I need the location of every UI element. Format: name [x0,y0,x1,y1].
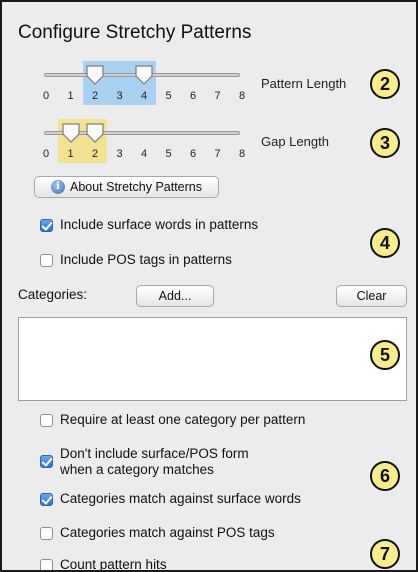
tick-label: 2 [91,90,99,102]
include-pos-tags-checkbox[interactable] [40,254,53,267]
tick-label: 6 [189,148,197,160]
match-pos-checkbox[interactable] [40,527,53,540]
categories-label: Categories: [18,287,88,302]
configure-panel: Configure Stretchy Patterns 0 1 2 3 4 5 6 7 8 Pa… [0,0,418,572]
include-pos-tags-label: Include POS tags in patterns [60,252,232,267]
dont-include-form-label-line1: Don't include surface/POS form [60,446,249,461]
categories-list[interactable] [18,317,407,401]
count-hits-checkbox[interactable] [40,559,53,570]
callout-6: 6 [370,461,400,491]
match-pos-label: Categories match against POS tags [60,525,275,540]
match-surface-option[interactable]: Categories match against surface words [40,491,301,507]
add-category-button[interactable]: Add... [136,285,214,307]
dont-include-form-label: Don't include surface/POS form when a ca… [60,446,249,478]
require-category-checkbox[interactable] [40,414,53,427]
match-surface-checkbox[interactable] [40,493,53,506]
tick-label: 5 [165,148,172,160]
pattern-length-max-thumb[interactable] [134,64,154,86]
include-surface-words-label: Include surface words in patterns [60,217,259,232]
pattern-length-min-thumb[interactable] [85,64,105,86]
require-category-option[interactable]: Require at least one category per patter… [40,412,305,428]
callout-7: 7 [370,539,400,569]
tick-label: 3 [116,90,123,102]
include-surface-words-option[interactable]: Include surface words in patterns [40,217,258,233]
gap-length-max-thumb[interactable] [85,122,105,144]
require-category-label: Require at least one category per patter… [60,412,306,427]
gap-length-slider[interactable]: 0 1 2 3 4 5 6 7 8 [34,119,248,163]
tick-label: 2 [91,148,99,160]
tick-label: 6 [189,90,197,102]
tick-label: 3 [116,148,123,160]
tick-label: 7 [214,148,221,160]
include-pos-tags-option[interactable]: Include POS tags in patterns [40,252,232,268]
callout-5: 5 [370,340,400,370]
tick-label: 8 [238,90,246,102]
gap-length-ticks: 0 1 2 3 4 5 6 7 8 [34,148,248,162]
tick-label: 8 [238,148,246,160]
gap-length-label: Gap Length [261,134,329,149]
tick-label: 4 [140,90,148,102]
callout-2: 2 [370,69,400,99]
info-icon: i [50,180,65,194]
panel-title: Configure Stretchy Patterns [18,22,252,43]
tick-label: 0 [42,90,50,102]
pattern-length-ticks: 0 1 2 3 4 5 6 7 8 [34,90,248,104]
tick-label: 0 [42,148,50,160]
match-pos-option[interactable]: Categories match against POS tags [40,525,275,541]
dont-include-form-checkbox[interactable] [40,455,53,468]
pattern-length-label: Pattern Length [261,76,347,91]
match-surface-label: Categories match against surface words [60,491,301,506]
dont-include-form-label-line2: when a category matches [60,462,214,477]
pattern-length-slider[interactable]: 0 1 2 3 4 5 6 7 8 [34,61,248,105]
add-button-label: Add... [158,289,192,303]
count-hits-label: Count pattern hits [60,557,167,572]
callout-3: 3 [370,128,400,158]
count-hits-option[interactable]: Count pattern hits [40,557,167,572]
tick-label: 1 [67,148,74,160]
about-button-label: About Stretchy Patterns [69,180,202,194]
tick-label: 5 [165,90,172,102]
tick-label: 4 [140,148,148,160]
include-surface-words-checkbox[interactable] [40,219,53,232]
dont-include-form-option[interactable]: Don't include surface/POS form when a ca… [40,446,249,478]
about-stretchy-patterns-button[interactable]: i About Stretchy Patterns [34,176,219,198]
tick-label: 1 [67,90,74,102]
tick-label: 7 [214,90,221,102]
clear-button-label: Clear [356,289,387,303]
callout-4: 4 [370,228,400,258]
clear-categories-button[interactable]: Clear [336,285,407,307]
gap-length-min-thumb[interactable] [61,122,81,144]
